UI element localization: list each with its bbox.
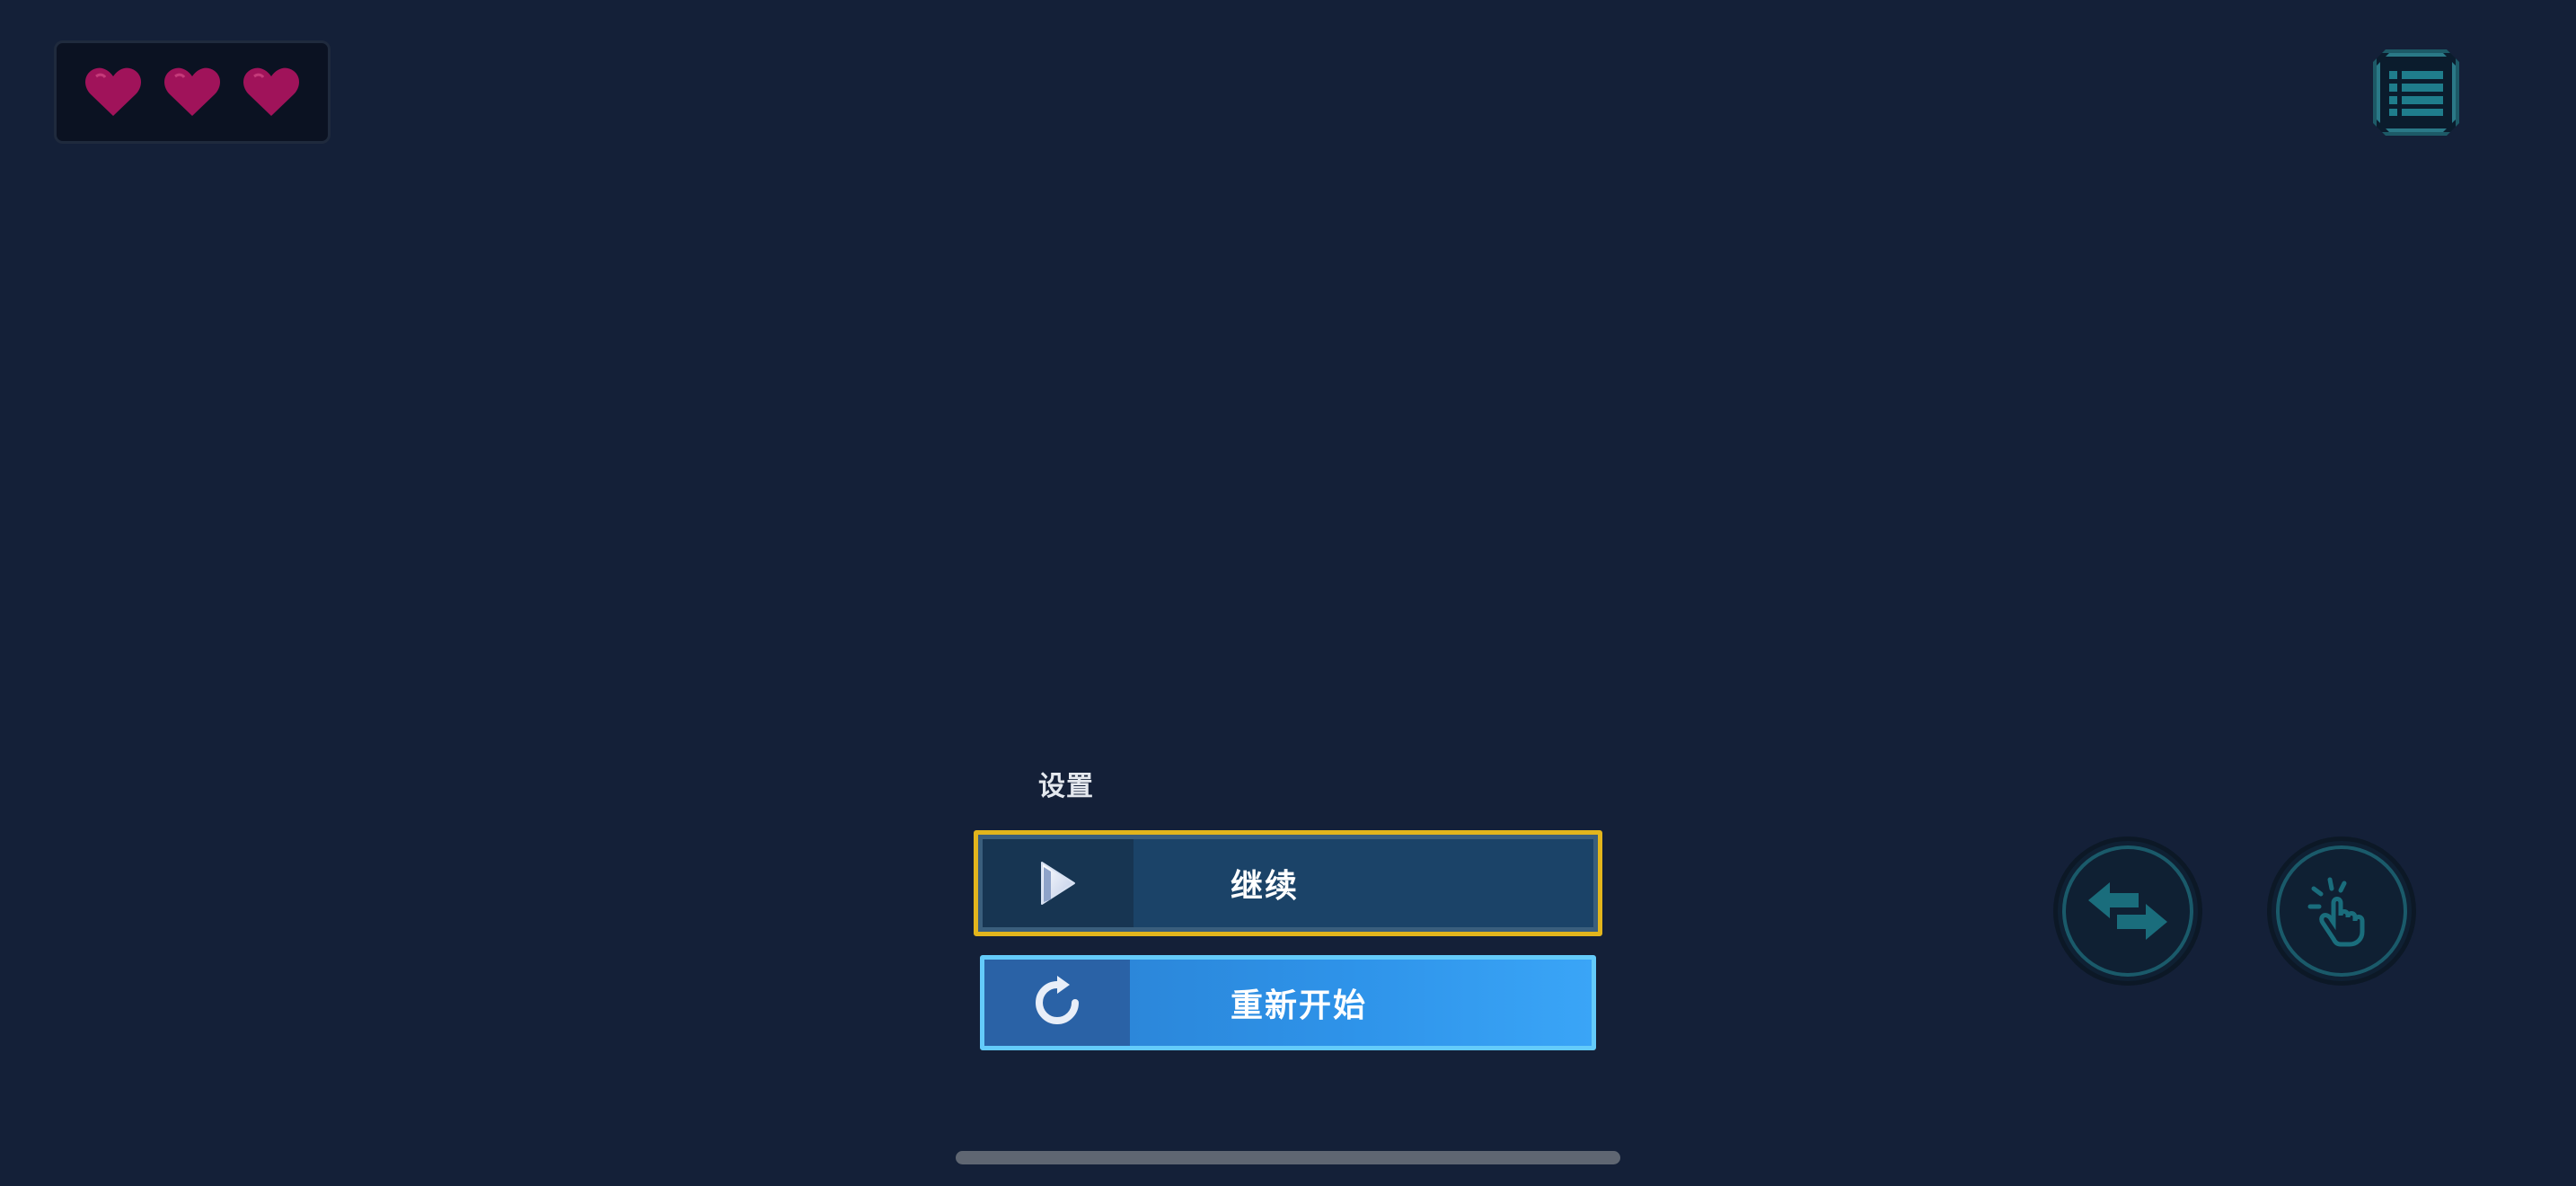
restart-button[interactable]: 重新开始 — [980, 955, 1596, 1050]
restart-icon — [1036, 976, 1079, 1024]
continue-label: 继续 — [1231, 868, 1300, 905]
menu-button[interactable] — [2373, 49, 2459, 136]
home-indicator[interactable] — [956, 1151, 1620, 1164]
swap-arrows-icon — [2088, 882, 2167, 940]
swap-button[interactable] — [2053, 836, 2202, 986]
tap-button-ring — [2276, 845, 2407, 977]
heart-icon — [85, 67, 141, 116]
restart-label: 重新开始 — [1231, 987, 1368, 1024]
game-screen: 设置 继续 重新开始 — [0, 0, 2576, 1186]
pause-menu-title: 设置 — [1038, 771, 1094, 802]
restart-icon-cell — [984, 960, 1130, 1046]
heart-icon — [164, 67, 220, 116]
swap-button-ring — [2062, 845, 2193, 977]
continue-icon-cell — [983, 839, 1134, 927]
list-icon — [2387, 67, 2445, 118]
continue-button[interactable]: 继续 — [974, 830, 1602, 936]
play-icon — [1041, 862, 1075, 905]
tap-hand-icon — [2307, 877, 2365, 947]
tap-button[interactable] — [2267, 836, 2416, 986]
lives-panel — [54, 40, 331, 144]
heart-icon — [243, 67, 299, 116]
